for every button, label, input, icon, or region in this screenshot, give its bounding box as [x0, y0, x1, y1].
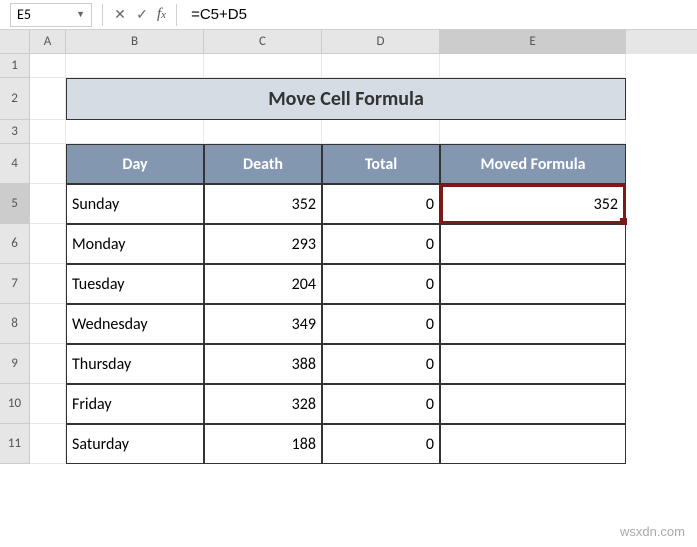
row-header-2[interactable]: 2	[0, 78, 30, 120]
cells-area: Move Cell Formula Day Death Total Moved …	[30, 54, 697, 464]
row-headers: 1 2 3 4 5 6 7 8 9 10 11	[0, 54, 30, 464]
cell-B5[interactable]: Sunday	[66, 184, 204, 224]
name-box-value: E5	[17, 6, 76, 23]
row-header-9[interactable]: 9	[0, 344, 30, 384]
row-header-5[interactable]: 5	[0, 184, 30, 224]
cell-E1[interactable]	[440, 54, 626, 78]
cell-B9[interactable]: Thursday	[66, 344, 204, 384]
cell-A6[interactable]	[30, 224, 66, 264]
formula-bar: E5 ▼ ✕ ✓ fx	[0, 0, 697, 30]
cell-D5[interactable]: 0	[322, 184, 440, 224]
cell-C7[interactable]: 204	[204, 264, 322, 304]
cell-E3[interactable]	[440, 120, 626, 144]
cell-A5[interactable]	[30, 184, 66, 224]
cell-B3[interactable]	[66, 120, 204, 144]
header-total[interactable]: Total	[322, 144, 440, 184]
cell-B10[interactable]: Friday	[66, 384, 204, 424]
cell-B7[interactable]: Tuesday	[66, 264, 204, 304]
cell-D1[interactable]	[322, 54, 440, 78]
cell-A9[interactable]	[30, 344, 66, 384]
cell-C11[interactable]: 188	[204, 424, 322, 464]
header-death[interactable]: Death	[204, 144, 322, 184]
cell-A7[interactable]	[30, 264, 66, 304]
cell-E11[interactable]	[440, 424, 626, 464]
cell-A1[interactable]	[30, 54, 66, 78]
cell-D3[interactable]	[322, 120, 440, 144]
cell-D6[interactable]: 0	[322, 224, 440, 264]
row-header-1[interactable]: 1	[0, 54, 30, 78]
row-header-11[interactable]: 11	[0, 424, 30, 464]
cell-A3[interactable]	[30, 120, 66, 144]
name-box-dropdown-icon[interactable]: ▼	[76, 9, 85, 20]
cell-B8[interactable]: Wednesday	[66, 304, 204, 344]
cell-B1[interactable]	[66, 54, 204, 78]
header-moved[interactable]: Moved Formula	[440, 144, 626, 184]
name-box[interactable]: E5 ▼	[10, 3, 92, 27]
col-header-C[interactable]: C	[204, 30, 322, 54]
cell-D9[interactable]: 0	[322, 344, 440, 384]
cell-E6[interactable]	[440, 224, 626, 264]
cancel-icon[interactable]: ✕	[109, 4, 131, 26]
cell-C1[interactable]	[204, 54, 322, 78]
cell-D10[interactable]: 0	[322, 384, 440, 424]
title-cell[interactable]: Move Cell Formula	[66, 78, 626, 120]
spreadsheet-grid: 1 2 3 4 5 6 7 8 9 10 11 A B C D E	[0, 30, 697, 547]
formula-input[interactable]	[183, 3, 697, 27]
row-header-10[interactable]: 10	[0, 384, 30, 424]
row-header-6[interactable]: 6	[0, 224, 30, 264]
cell-C5[interactable]: 352	[204, 184, 322, 224]
cell-E9[interactable]	[440, 344, 626, 384]
col-header-A[interactable]: A	[30, 30, 66, 54]
fx-icon[interactable]: fx	[157, 6, 166, 23]
cell-E5[interactable]: 352	[440, 184, 626, 224]
divider	[176, 4, 177, 26]
enter-icon[interactable]: ✓	[131, 4, 153, 26]
row-header-3[interactable]: 3	[0, 120, 30, 144]
col-header-B[interactable]: B	[66, 30, 204, 54]
row-header-8[interactable]: 8	[0, 304, 30, 344]
cell-A8[interactable]	[30, 304, 66, 344]
cell-E7[interactable]	[440, 264, 626, 304]
divider	[102, 4, 103, 26]
cell-A11[interactable]	[30, 424, 66, 464]
cell-D7[interactable]: 0	[322, 264, 440, 304]
column-headers: A B C D E	[30, 30, 697, 54]
row-header-7[interactable]: 7	[0, 264, 30, 304]
cell-A10[interactable]	[30, 384, 66, 424]
cell-D11[interactable]: 0	[322, 424, 440, 464]
cell-A4[interactable]	[30, 144, 66, 184]
cell-B6[interactable]: Monday	[66, 224, 204, 264]
col-header-E[interactable]: E	[440, 30, 626, 54]
cell-C6[interactable]: 293	[204, 224, 322, 264]
cell-E8[interactable]	[440, 304, 626, 344]
cell-E10[interactable]	[440, 384, 626, 424]
select-all-corner[interactable]	[0, 30, 30, 54]
col-header-D[interactable]: D	[322, 30, 440, 54]
row-header-4[interactable]: 4	[0, 144, 30, 184]
header-day[interactable]: Day	[66, 144, 204, 184]
cell-C9[interactable]: 388	[204, 344, 322, 384]
cell-B11[interactable]: Saturday	[66, 424, 204, 464]
watermark: wsxdn.com	[620, 524, 685, 539]
cell-C3[interactable]	[204, 120, 322, 144]
cell-D8[interactable]: 0	[322, 304, 440, 344]
cell-A2[interactable]	[30, 78, 66, 120]
cell-C8[interactable]: 349	[204, 304, 322, 344]
cell-C10[interactable]: 328	[204, 384, 322, 424]
